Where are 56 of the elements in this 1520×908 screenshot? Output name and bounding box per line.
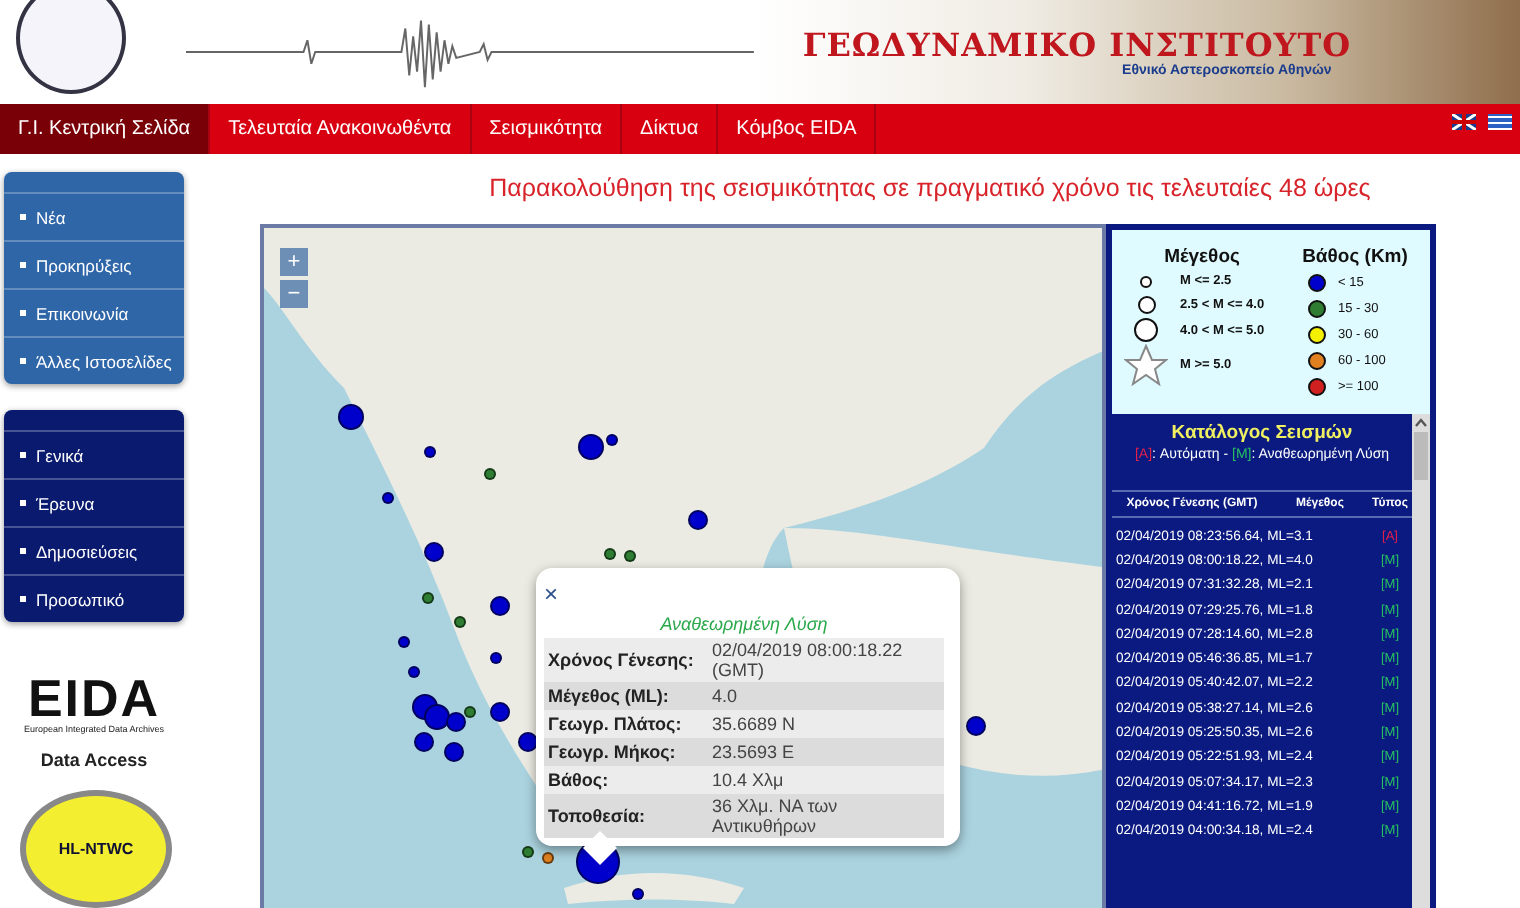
sidebar-item[interactable]: Γενικά xyxy=(4,430,184,478)
earthquake-marker[interactable] xyxy=(414,732,434,752)
circle-icon xyxy=(1137,296,1155,314)
eida-logo[interactable]: EIDA xyxy=(27,672,161,724)
earthquake-marker[interactable] xyxy=(337,403,363,429)
earthquake-marker[interactable] xyxy=(542,852,554,864)
nav-tab[interactable]: Σεισμικότητα xyxy=(471,104,623,154)
legend-title: Βάθος (Km) xyxy=(1300,246,1410,268)
popup-label: Τοποθεσία: xyxy=(546,804,648,830)
nav-tab[interactable]: Δίκτυα xyxy=(622,104,719,154)
popup-heading: Αναθεωρημένη Λύση xyxy=(658,614,830,634)
popup-value: 02/04/2019 08:00:18.22 (GMT) xyxy=(710,638,905,682)
sidebar-item[interactable]: Επικοινωνία xyxy=(4,288,184,336)
sidebar-item[interactable]: Προκηρύξεις xyxy=(4,240,184,288)
earthquake-marker[interactable] xyxy=(522,846,534,858)
legend-title: Μέγεθος xyxy=(1162,246,1242,268)
circle-icon xyxy=(1134,318,1158,342)
star-icon xyxy=(1124,344,1168,386)
nav-tab[interactable]: Τελευταία Ανακοινωθέντα xyxy=(210,104,472,154)
sidebar-item[interactable]: Νέα xyxy=(4,192,184,240)
popup-value: 10.4 Χλμ xyxy=(710,768,786,792)
earthquake-marker[interactable] xyxy=(398,636,410,648)
sidebar-item[interactable]: Έρευνα xyxy=(4,478,184,526)
popup-value: 35.6689 N xyxy=(710,712,798,736)
page-title: Παρακολούθηση της σεισμικότητας σε πραγματικό χρόνο τις τελευταίες 48 ώρες xyxy=(487,172,1373,206)
earthquake-marker[interactable] xyxy=(408,666,420,678)
earthquake-marker[interactable] xyxy=(444,742,464,762)
scrollbar[interactable] xyxy=(1412,414,1430,908)
nav-tab[interactable]: Γ.Ι. Κεντρική Σελίδα xyxy=(0,104,211,154)
earthquake-marker[interactable] xyxy=(464,706,476,718)
greek-flag-icon[interactable] xyxy=(1488,114,1512,130)
sidebar-item[interactable]: Άλλες Ιστοσελίδες xyxy=(4,336,184,384)
popup-label: Μέγεθος (ML): xyxy=(546,684,671,710)
map[interactable]: + − × Αναθεωρημένη Λύση Χρόνος Γένεσης: 02/04/2019 08:00:18.22 (GMT) Μέγεθος (ML): 4.0 Γεωγρ. Πλάτος: 35.6689 N Γεωγρ. Μήκος: 23.5693 E Βάθος: 10.4 Χλμ Τοποθεσία: 36 Χλμ. ΝΑ των Αντικυθήρων xyxy=(260,224,1106,908)
uk-flag-icon[interactable] xyxy=(1452,114,1476,130)
nav-tab[interactable]: Κόμβος EIDA xyxy=(718,104,877,154)
popup-label: Γεωγρ. Πλάτος: xyxy=(546,712,684,738)
earthquake-marker[interactable] xyxy=(446,712,466,732)
scroll-up-icon[interactable] xyxy=(1414,416,1428,430)
popup-value: 36 Χλμ. ΝΑ των Αντικυθήρων xyxy=(710,794,840,838)
popup-value: 4.0 xyxy=(710,684,740,708)
circle-icon xyxy=(1140,275,1152,287)
popup-label: Γεωγρ. Μήκος: xyxy=(546,740,678,766)
earthquake-marker[interactable] xyxy=(382,492,394,504)
popup-value: 23.5693 E xyxy=(710,740,797,764)
popup-label: Βάθος: xyxy=(546,768,611,794)
sidebar-item[interactable]: Προσωπικό xyxy=(4,574,184,622)
sidebar-item[interactable]: Δημοσιεύσεις xyxy=(4,526,184,574)
tsunami-center-logo[interactable]: HL-NTWC xyxy=(20,790,172,908)
data-access-label: Data Access xyxy=(38,750,150,770)
earthquake-marker[interactable] xyxy=(422,592,434,604)
popup-label: Χρόνος Γένεσης: xyxy=(546,648,696,674)
scrollbar-thumb[interactable] xyxy=(1414,432,1428,480)
catalogue-title: Κατάλογος Σεισμών xyxy=(1169,420,1355,444)
institute-title: ΓΕΩΔΥΝΑΜΙΚΟ ΙΝΣΤΙΤΟΥΤΟ xyxy=(802,26,1352,64)
close-button[interactable]: × xyxy=(544,584,559,604)
